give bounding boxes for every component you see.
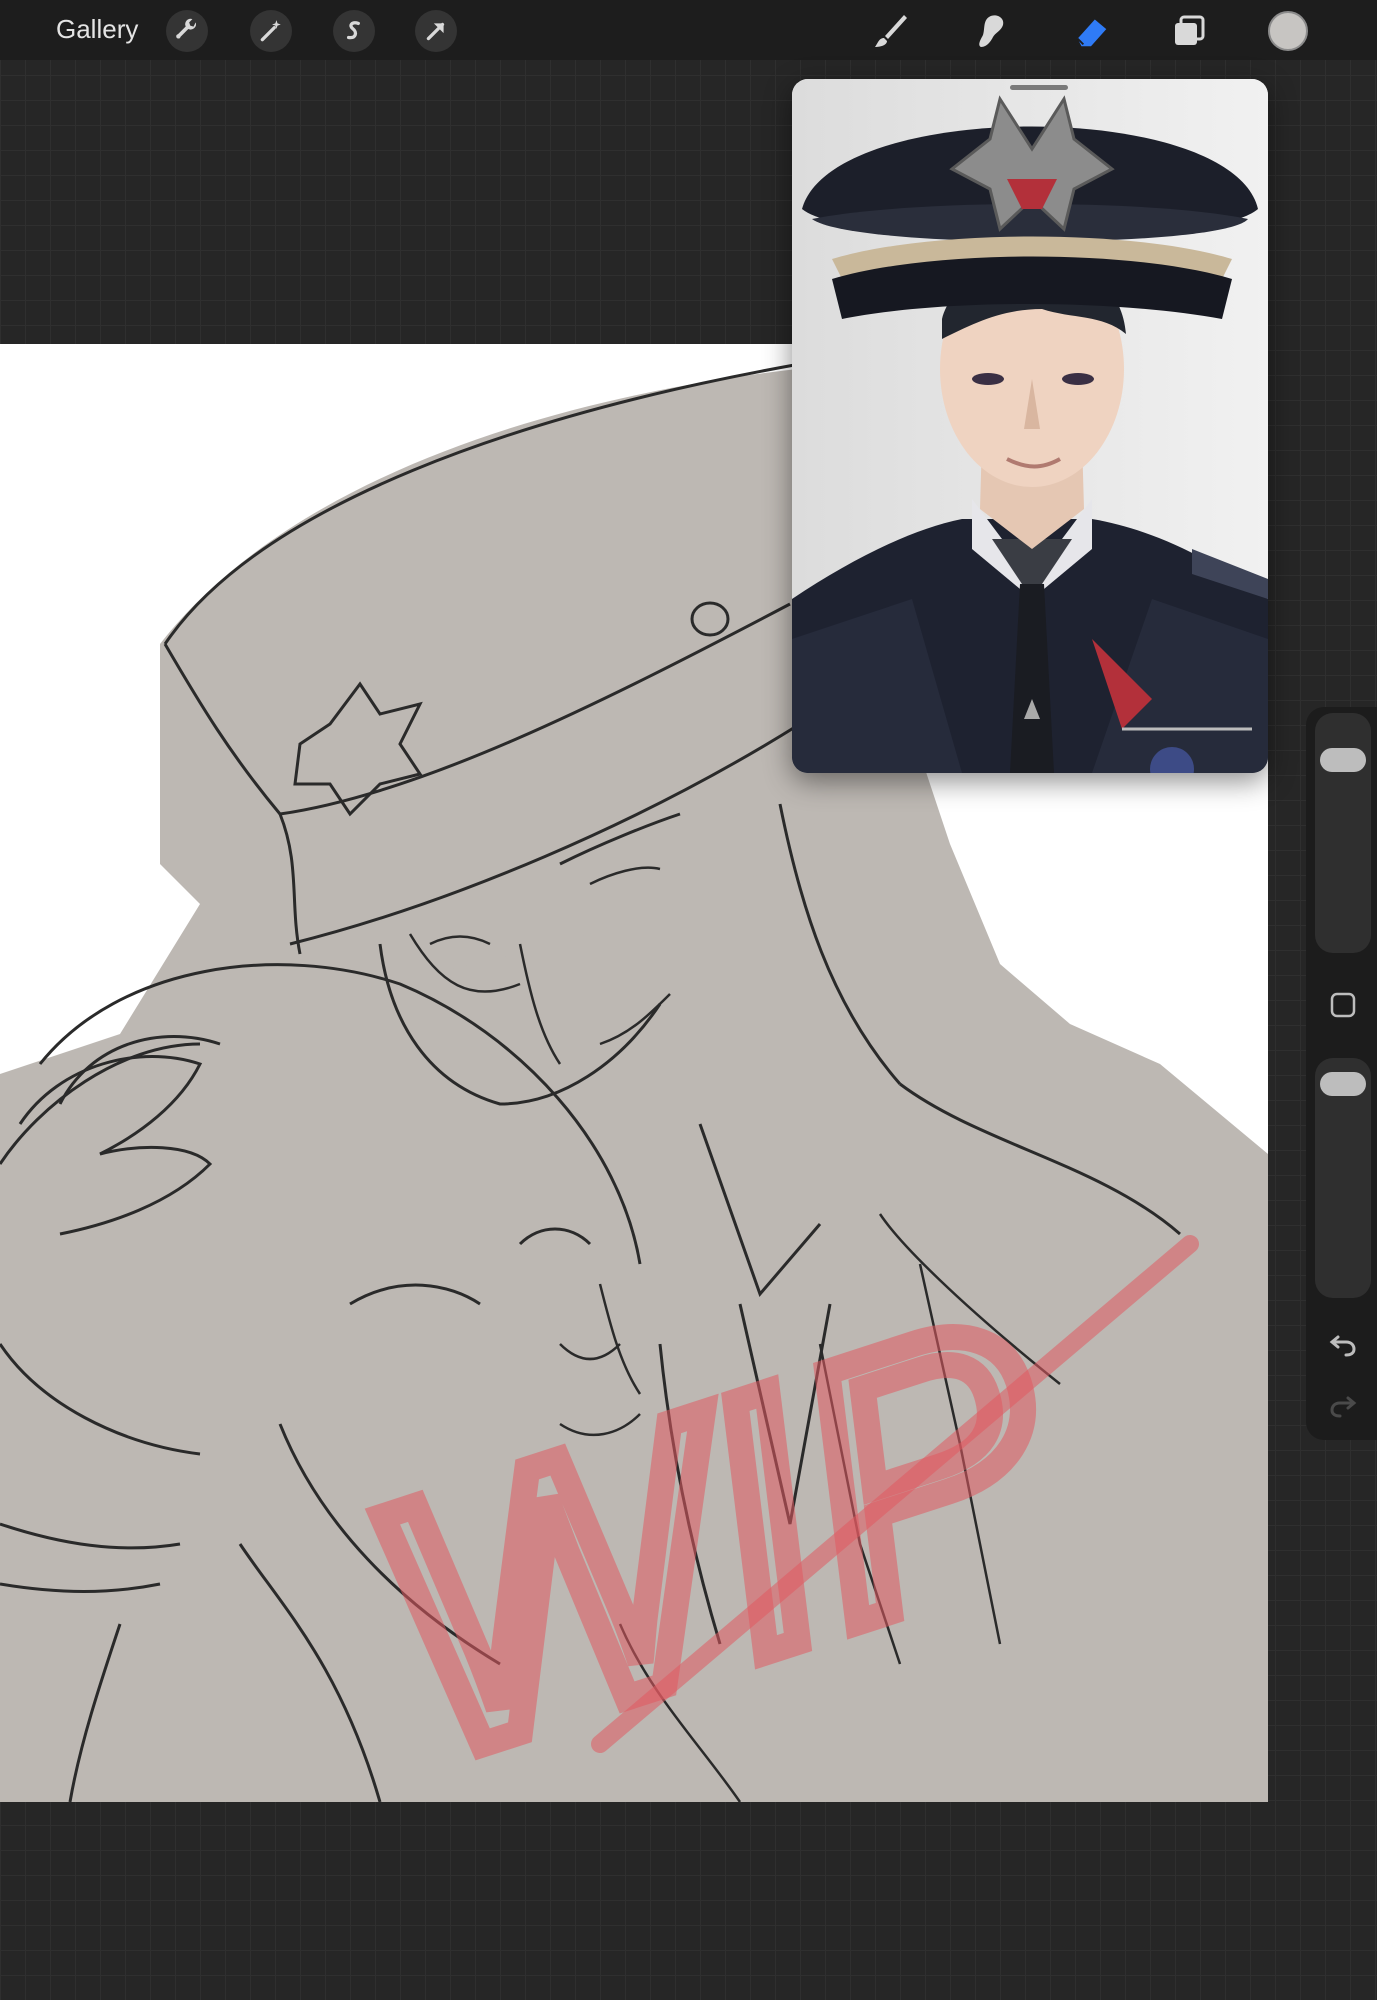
reference-window-grab-handle[interactable] — [1010, 85, 1068, 90]
brush-size-thumb[interactable] — [1320, 748, 1366, 773]
reference-image-window[interactable] — [792, 79, 1268, 773]
color-picker-button[interactable] — [1268, 11, 1308, 51]
selection-s-icon[interactable] — [333, 10, 375, 52]
actions-wrench-icon[interactable] — [166, 10, 208, 52]
reference-photo-officer — [792, 79, 1268, 773]
eraser-icon[interactable] — [1070, 10, 1112, 52]
adjustments-magic-wand-icon[interactable] — [250, 10, 292, 52]
gallery-button[interactable]: Gallery — [56, 14, 138, 45]
transform-arrow-icon[interactable] — [415, 10, 457, 52]
redo-arrow-icon[interactable] — [1326, 1388, 1360, 1422]
modify-button[interactable] — [1328, 990, 1358, 1020]
brush-icon[interactable] — [870, 10, 912, 52]
top-toolbar: Gallery — [0, 0, 1377, 60]
undo-arrow-icon[interactable] — [1326, 1327, 1360, 1361]
layers-icon[interactable] — [1168, 10, 1210, 52]
brush-opacity-thumb[interactable] — [1320, 1072, 1366, 1097]
smudge-icon[interactable] — [970, 10, 1012, 52]
